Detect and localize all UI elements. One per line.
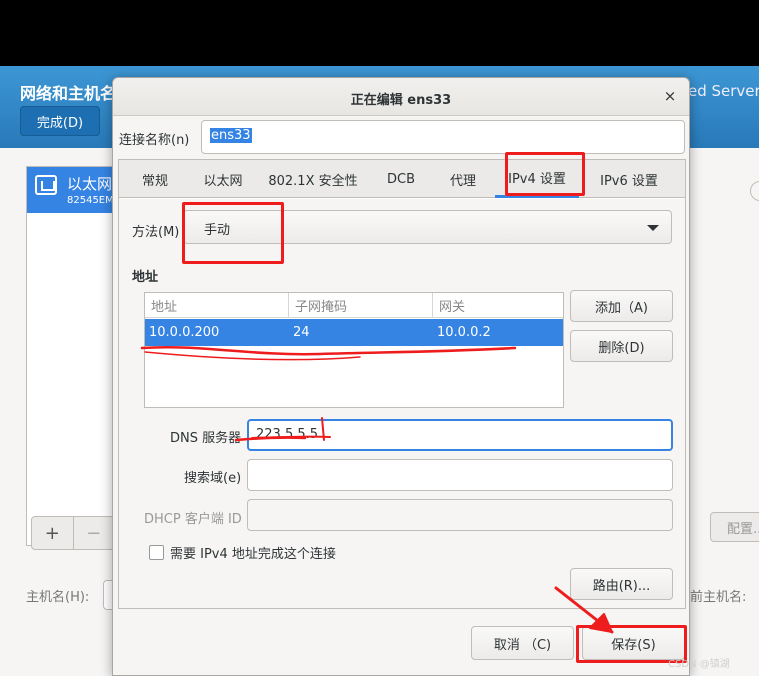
tab-8021x-security[interactable]: 802.1X 安全性 [255, 160, 371, 198]
address-table: 地址 子网掩码 网关 10.0.0.200 24 10.0.0.2 [144, 292, 564, 408]
hostname-label: 主机名(H): [26, 590, 90, 605]
dns-server-input[interactable]: 223.5.5.5 [247, 419, 673, 451]
dns-server-value: 223.5.5.5 [256, 427, 319, 442]
tab-general[interactable]: 常规 [119, 160, 191, 198]
ethernet-icon [35, 175, 57, 195]
watermark: CSDN @镇湖 [668, 659, 730, 670]
settings-notebook: 常规 以太网 802.1X 安全性 DCB 代理 IPv4 设置 IPv6 设置… [118, 159, 686, 609]
network-device-list: 以太网 82545EM [26, 166, 116, 546]
remove-device-button[interactable]: − [72, 517, 115, 549]
tab-ipv4-settings[interactable]: IPv4 设置 [495, 160, 579, 198]
column-address[interactable]: 地址 [145, 293, 289, 317]
address-table-header: 地址 子网掩码 网关 [145, 293, 563, 318]
checkbox-box[interactable] [149, 545, 164, 560]
address-heading: 地址 [132, 270, 159, 285]
done-button[interactable]: 完成(D) [20, 106, 100, 136]
column-netmask[interactable]: 子网掩码 [289, 293, 433, 317]
connection-name-input[interactable]: ens33 [201, 120, 685, 154]
tab-ethernet[interactable]: 以太网 [191, 160, 255, 198]
method-value: 手动 [204, 223, 231, 238]
require-ipv4-checkbox[interactable]: 需要 IPv4 地址完成这个连接 [149, 543, 336, 562]
tab-proxy[interactable]: 代理 [431, 160, 495, 198]
dns-label: DNS 服务器 [170, 431, 242, 446]
cell-address[interactable]: 10.0.0.200 [145, 319, 289, 346]
cell-netmask[interactable]: 24 [289, 319, 433, 346]
background-server-text: ed Server [688, 82, 759, 100]
chevron-down-icon [647, 225, 659, 231]
add-device-button[interactable]: + [32, 517, 73, 549]
dhcp-client-id-label: DHCP 客户端 ID [144, 512, 242, 527]
require-ipv4-label: 需要 IPv4 地址完成这个连接 [170, 547, 336, 562]
background-help-circle [750, 181, 759, 201]
list-item-subtitle: 82545EM [67, 195, 114, 206]
search-domain-label: 搜索域(e) [184, 471, 242, 486]
dhcp-client-id-input[interactable] [247, 499, 673, 531]
connection-name-value: ens33 [210, 128, 252, 143]
edit-connection-dialog: 正在编辑 ens33 × 连接名称(n) ens33 常规 以太网 802.1X… [112, 77, 690, 676]
list-item-name: 以太网 [67, 175, 113, 193]
dialog-titlebar: 正在编辑 ens33 × [113, 78, 689, 116]
close-icon[interactable]: × [661, 87, 679, 105]
table-row[interactable]: 10.0.0.200 24 10.0.0.2 [145, 319, 563, 346]
method-dropdown[interactable]: 手动 [183, 210, 672, 244]
search-domain-input[interactable] [247, 459, 673, 491]
list-item-ethernet[interactable]: 以太网 82545EM [27, 167, 115, 213]
column-gateway[interactable]: 网关 [433, 293, 563, 317]
dialog-title: 正在编辑 ens33 [350, 93, 452, 108]
tab-bar: 常规 以太网 802.1X 安全性 DCB 代理 IPv4 设置 IPv6 设置 [119, 160, 685, 198]
tab-dcb[interactable]: DCB [371, 160, 431, 198]
connection-name-label: 连接名称(n) [119, 133, 190, 148]
routes-button[interactable]: 路由(R)... [570, 568, 673, 600]
cancel-button[interactable]: 取消 （C) [471, 626, 574, 660]
cell-gateway[interactable]: 10.0.0.2 [433, 319, 563, 346]
ipv4-settings-page: 方法(M) 手动 地址 地址 子网掩码 网关 10.0.0.200 24 10.… [119, 199, 685, 608]
background-title: 网络和主机名 [20, 84, 117, 103]
delete-address-button[interactable]: 删除(D) [570, 330, 673, 362]
configure-button[interactable]: 配置... [710, 512, 759, 542]
tab-ipv6-settings[interactable]: IPv6 设置 [579, 160, 679, 198]
add-remove-device-buttons: + − [31, 516, 115, 550]
add-address-button[interactable]: 添加（A) [570, 290, 673, 322]
method-label: 方法(M) [132, 225, 180, 240]
current-hostname-label: 前主机名: [690, 590, 747, 605]
